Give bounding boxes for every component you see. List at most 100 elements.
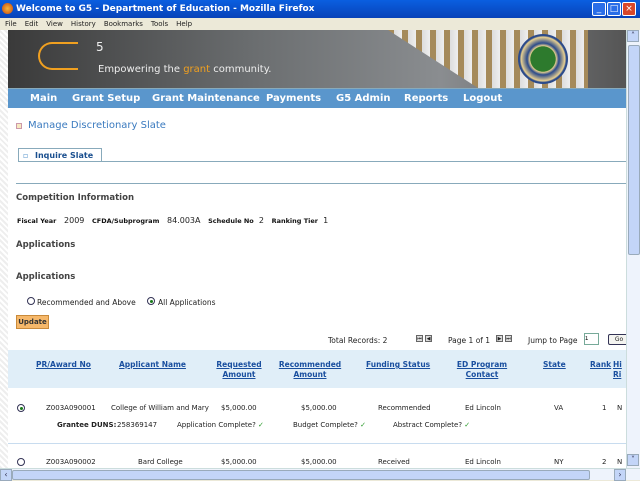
nav-grant-setup[interactable]: Grant Setup	[72, 93, 140, 104]
g5-logo-superscript: 5	[96, 40, 104, 54]
col-hi-ri[interactable]: Hi Ri	[613, 360, 625, 380]
department-seal-icon	[518, 34, 568, 84]
status-mark-icon: ✓	[258, 421, 264, 429]
window-title: Welcome to G5 - Department of Education …	[16, 4, 315, 14]
collapse-icon[interactable]	[16, 123, 22, 129]
horizontal-scrollbar[interactable]: ‹ ›	[0, 468, 640, 481]
prev-page-icon[interactable]: ◀	[425, 335, 432, 342]
col-funding-status[interactable]: Funding Status	[366, 360, 430, 370]
scroll-thumb[interactable]	[628, 45, 640, 255]
col-requested-amount[interactable]: Requested Amount	[214, 360, 264, 380]
scroll-left-icon[interactable]: ‹	[0, 469, 12, 481]
hi-ri: N	[617, 404, 623, 412]
jump-label: Jump to Page	[528, 336, 578, 345]
firefox-icon	[2, 3, 13, 14]
window-title-bar: Welcome to G5 - Department of Education …	[0, 0, 640, 18]
requested-amount: $5,000.00	[221, 404, 257, 412]
g5-logo	[38, 42, 78, 70]
radio-label: All Applications	[158, 298, 216, 307]
funding-status: Recommended	[378, 404, 431, 412]
state: VA	[554, 404, 564, 412]
table-row: Z003A090001 College of William and Mary $5…	[8, 390, 626, 434]
menu-file[interactable]: File	[5, 20, 17, 28]
col-ed-program-contact[interactable]: ED Program Contact	[454, 360, 510, 380]
menu-view[interactable]: View	[46, 20, 63, 28]
status-mark-icon: ✓	[464, 421, 471, 429]
col-pr-award[interactable]: PR/Award No	[36, 360, 91, 370]
divider	[16, 183, 626, 184]
requested-amount: $5,000.00	[221, 458, 257, 466]
status-mark-icon: ✓	[360, 421, 366, 429]
col-rank[interactable]: Rank	[590, 360, 611, 370]
tab-divider	[18, 161, 626, 162]
competition-info: Fiscal Year 2009 CFDA/Subprogram 84.003A…	[17, 216, 329, 225]
budget-complete: Budget Complete? ✓	[293, 421, 366, 429]
jump-page-input[interactable]	[584, 333, 599, 345]
next-page-icon[interactable]: ▶	[496, 335, 503, 342]
nav-main[interactable]: Main	[30, 93, 57, 104]
radio-recommended-above[interactable]	[27, 297, 35, 305]
scroll-thumb[interactable]	[12, 470, 590, 480]
applications-heading: Applications	[16, 240, 76, 250]
competition-heading: Competition Information	[16, 193, 134, 203]
menu-history[interactable]: History	[71, 20, 96, 28]
abstract-complete: Abstract Complete? ✓	[393, 421, 471, 429]
rank: 1	[602, 404, 607, 412]
nav-grant-maintenance[interactable]: Grant Maintenance	[152, 93, 260, 104]
page-indicator: Page 1 of 1	[448, 336, 491, 345]
page-title: Manage Discretionary Slate	[28, 120, 166, 131]
radio-all-applications[interactable]	[147, 297, 155, 305]
scroll-right-icon[interactable]: ›	[614, 469, 626, 481]
tagline: Empowering the grant community.	[98, 64, 272, 75]
nav-g5-admin[interactable]: G5 Admin	[336, 93, 391, 104]
close-button[interactable]: ×	[622, 2, 636, 16]
applicant-name: Bard College	[138, 458, 183, 466]
program-contact: Ed Lincoln	[465, 458, 501, 466]
menu-edit[interactable]: Edit	[25, 20, 39, 28]
grantee-duns: 258369147	[117, 421, 158, 429]
hi-ri: N	[617, 458, 623, 466]
recommended-amount: $5,000.00	[301, 458, 337, 466]
pr-award-no: Z003A090001	[46, 404, 96, 412]
menu-bookmarks[interactable]: Bookmarks	[104, 20, 143, 28]
first-page-icon[interactable]: ⏮	[416, 335, 423, 342]
scroll-down-icon[interactable]: ˅	[627, 454, 639, 466]
nav-reports[interactable]: Reports	[404, 93, 448, 104]
table-row: Z003A090002 Bard College $5,000.00 $5,000.0…	[8, 443, 626, 468]
menu-bar: File Edit View History Bookmarks Tools Help	[0, 18, 640, 30]
applications-heading: Applications	[16, 272, 76, 282]
col-state[interactable]: State	[543, 360, 566, 370]
update-button[interactable]: Update	[16, 315, 49, 329]
last-page-icon[interactable]: ⏭	[505, 335, 512, 342]
state: NY	[554, 458, 564, 466]
banner: 5 Empowering the grant community.	[8, 30, 626, 88]
tab-inquire-slate[interactable]: ▫ Inquire Slate	[18, 148, 102, 162]
applicant-name: College of William and Mary	[111, 404, 209, 412]
scroll-up-icon[interactable]: ˄	[627, 30, 639, 42]
program-contact: Ed Lincoln	[465, 404, 501, 412]
row-select-radio[interactable]	[17, 458, 25, 466]
duns-label: Grantee DUNS:	[57, 421, 117, 429]
menu-tools[interactable]: Tools	[151, 20, 168, 28]
total-records: Total Records: 2	[328, 336, 388, 345]
table-header: PR/Award No Applicant Name Requested Amo…	[8, 350, 626, 388]
recommended-amount: $5,000.00	[301, 404, 337, 412]
main-nav: Main Grant Setup Grant Maintenance Payme…	[8, 88, 626, 108]
minimize-button[interactable]: _	[592, 2, 606, 16]
pr-award-no: Z003A090002	[46, 458, 96, 466]
col-recommended-amount[interactable]: Recommended Amount	[278, 360, 342, 380]
go-button[interactable]: Go	[608, 334, 626, 345]
nav-payments[interactable]: Payments	[266, 93, 321, 104]
application-complete: Application Complete? ✓	[177, 421, 264, 429]
rank: 2	[602, 458, 607, 466]
col-applicant-name[interactable]: Applicant Name	[119, 360, 186, 370]
row-select-radio[interactable]	[17, 404, 25, 412]
page-content: 5 Empowering the grant community. Main G…	[8, 30, 626, 468]
page-margin	[0, 30, 8, 468]
radio-label: Recommended and Above	[37, 298, 136, 307]
maximize-button[interactable]: □	[607, 2, 621, 16]
nav-logout[interactable]: Logout	[463, 93, 502, 104]
funding-status: Received	[378, 458, 410, 466]
menu-help[interactable]: Help	[176, 20, 192, 28]
vertical-scrollbar[interactable]: ˄ ˅	[626, 30, 640, 468]
